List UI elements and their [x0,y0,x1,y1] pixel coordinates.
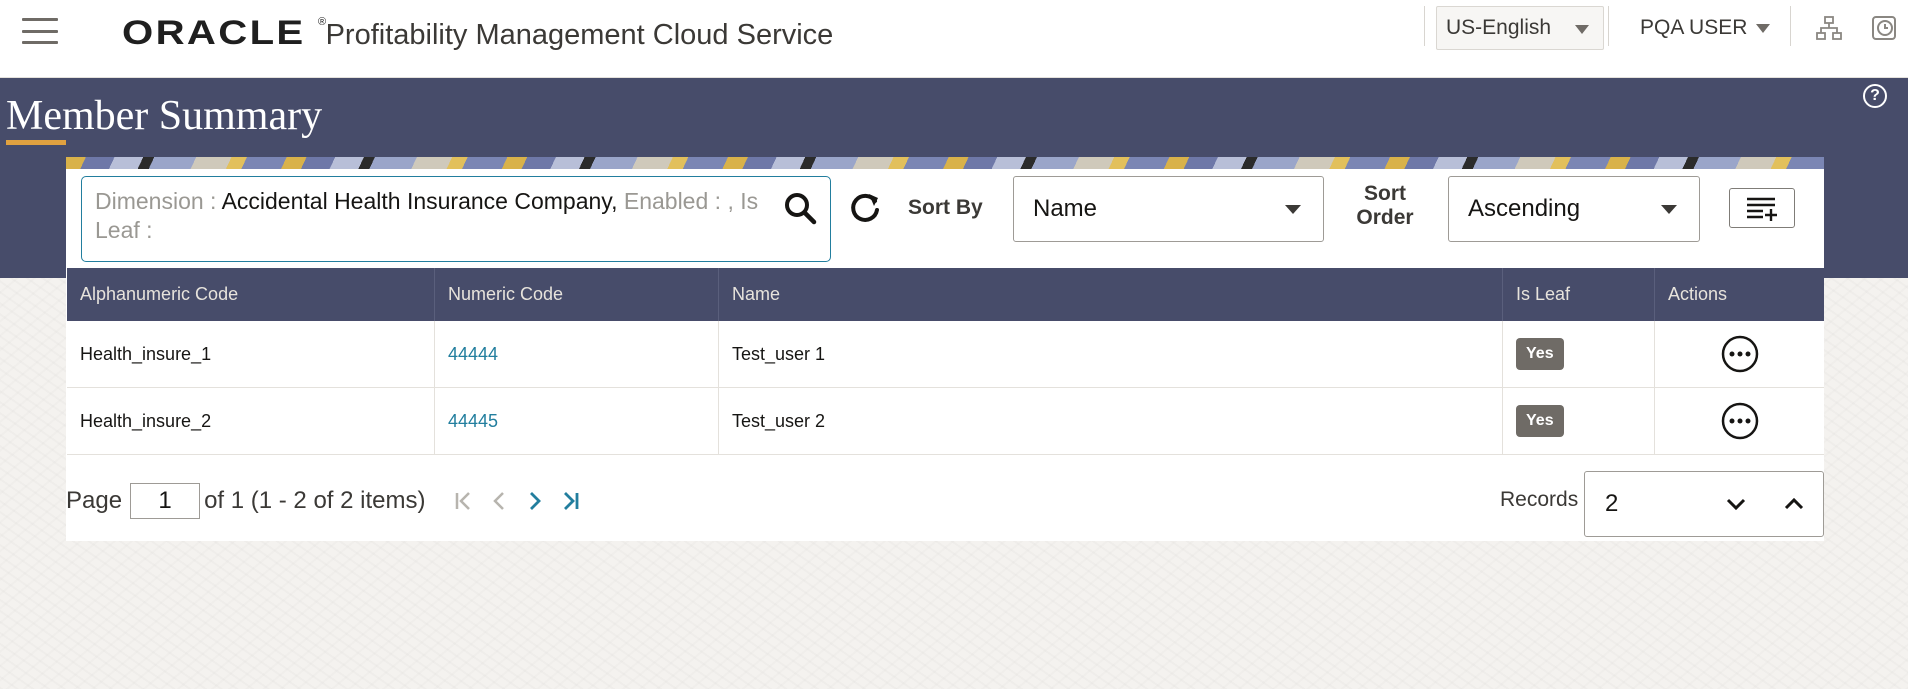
is-leaf-badge: Yes [1516,338,1564,370]
column-header-actions: Actions [1668,284,1728,304]
chevron-down-icon [1661,205,1677,214]
page-summary: of 1 (1 - 2 of 2 items) [204,487,426,514]
name-cell: Test_user 1 [719,321,1503,387]
sort-by-label: Sort By [908,196,983,219]
numeric-code-link[interactable]: 44445 [448,411,498,432]
table-row: Health_insure_1 44444 Test_user 1 Yes [67,321,1824,388]
clock-icon[interactable] [1870,14,1898,42]
chevron-down-icon [1575,25,1589,34]
title-underline [6,140,66,145]
sort-order-value: Ascending [1468,195,1581,222]
numeric-code-link[interactable]: 44444 [448,344,498,365]
table-header: Alphanumeric Code Numeric Code Name Is L… [67,268,1824,321]
decorative-banner [66,157,1824,169]
last-page-icon [564,492,579,510]
last-page-button[interactable] [553,483,589,519]
column-header-alphanumeric-code[interactable]: Alphanumeric Code [67,268,435,321]
page-number-input[interactable] [130,483,201,519]
refresh-icon[interactable] [847,190,883,226]
divider [1790,6,1791,46]
registered-mark: ® [318,16,327,28]
page-label: Page [66,487,123,514]
divider [1424,6,1425,46]
filter-search-input[interactable]: Dimension : Accidental Health Insurance … [81,176,831,262]
more-actions-icon[interactable] [1721,335,1759,373]
records-per-page-input[interactable]: 2 [1584,471,1824,537]
chevron-down-icon [1726,498,1746,511]
product-name: Profitability Management Cloud Service [325,19,834,51]
is-leaf-badge: Yes [1516,405,1564,437]
manage-columns-icon [1747,197,1777,221]
previous-page-button[interactable] [481,483,517,519]
pagination: Page of 1 (1 - 2 of 2 items) [66,477,589,525]
hierarchy-icon[interactable] [1815,14,1843,42]
records-label: Records [1500,488,1579,511]
brand: ORACLE ® Profitability Management Cloud … [122,14,833,54]
chevron-down-icon [1285,205,1301,214]
top-bar: ORACLE ® Profitability Management Cloud … [0,0,1908,78]
sort-order-label: Sort Order [1356,182,1414,229]
chevron-up-icon [1784,497,1804,510]
divider [1608,6,1609,46]
alphanumeric-code-cell: Health_insure_2 [67,388,435,454]
next-page-button[interactable] [517,483,553,519]
increment-button[interactable] [1765,472,1823,536]
sort-by-select[interactable]: Name [1013,176,1324,242]
user-menu[interactable]: PQA USER [1640,6,1770,50]
dimension-value: Accidental Health Insurance Company, [221,188,618,214]
sort-by-value: Name [1033,195,1098,222]
sort-order-select[interactable]: Ascending [1448,176,1700,242]
language-select[interactable]: US-English [1436,6,1604,50]
user-name: PQA USER [1640,16,1748,39]
language-value: US-English [1446,16,1552,39]
chevron-right-icon [530,492,542,510]
table-row: Health_insure_2 44445 Test_user 2 Yes [67,388,1824,455]
alphanumeric-code-cell: Health_insure_1 [67,321,435,387]
search-icon[interactable] [782,190,818,226]
decrement-button[interactable] [1707,472,1765,536]
manage-columns-button[interactable] [1729,188,1795,228]
name-cell: Test_user 2 [719,388,1503,454]
first-page-button[interactable] [445,483,481,519]
more-actions-icon[interactable] [1721,402,1759,440]
help-icon[interactable]: ? [1863,84,1887,108]
column-header-is-leaf[interactable]: Is Leaf [1503,268,1655,321]
oracle-logo: ORACLE [122,14,306,52]
dimension-label: Dimension : [95,188,222,214]
chevron-down-icon [1756,24,1770,33]
records-value[interactable]: 2 [1605,490,1707,518]
column-header-numeric-code[interactable]: Numeric Code [435,268,719,321]
column-header-name[interactable]: Name [719,268,1503,321]
first-page-icon [456,492,471,510]
hamburger-menu-icon[interactable] [22,18,58,44]
members-table: Alphanumeric Code Numeric Code Name Is L… [67,268,1824,455]
chevron-left-icon [493,492,505,510]
page-title: Member Summary [6,93,323,139]
